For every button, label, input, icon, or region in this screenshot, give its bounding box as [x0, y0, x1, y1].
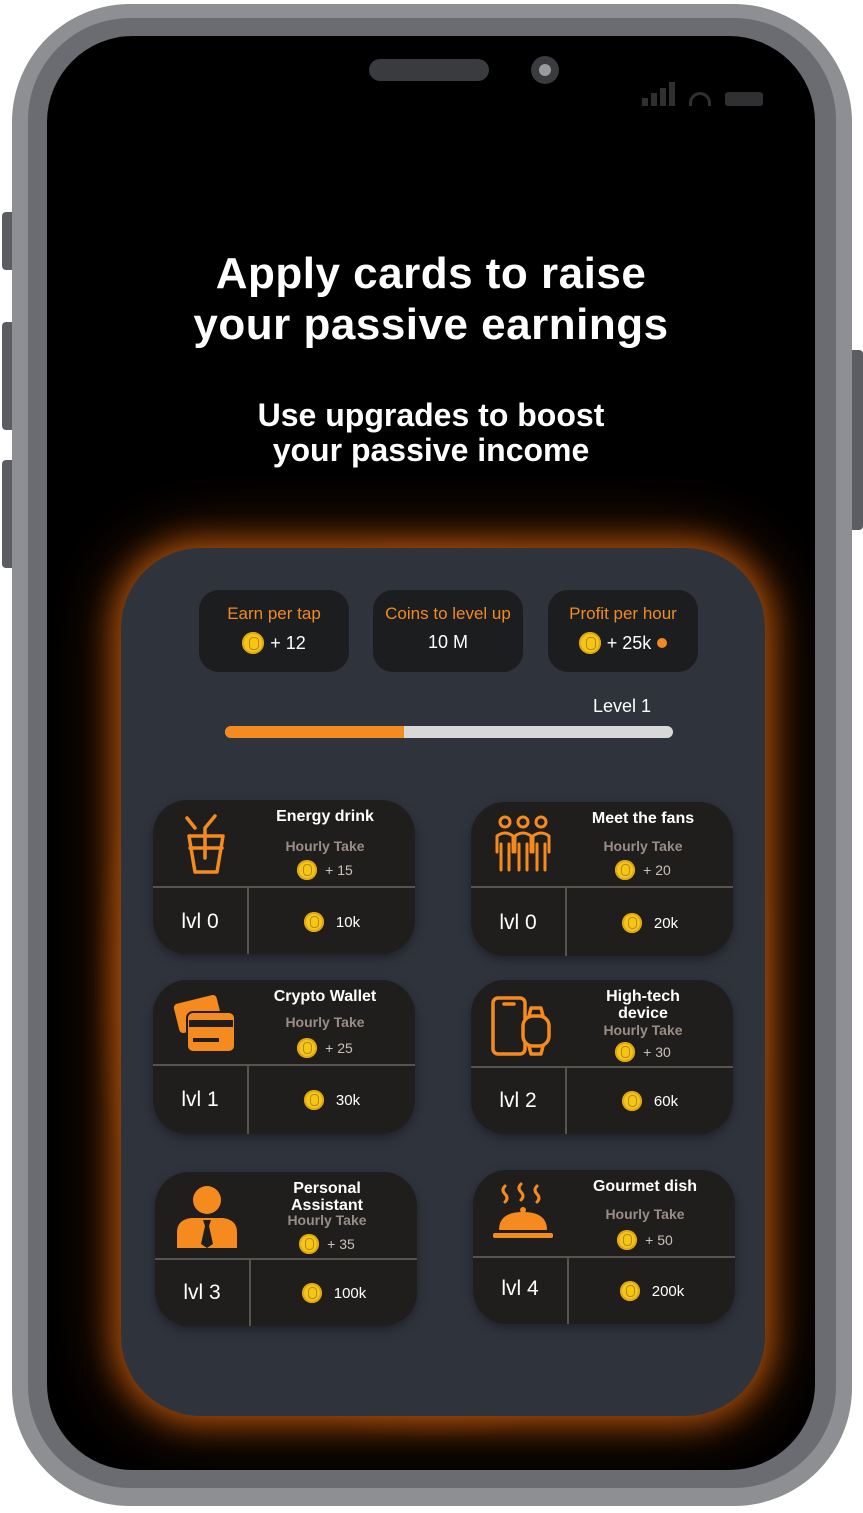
hourly-take-label: Hourly Take [285, 838, 365, 854]
speaker [369, 59, 489, 81]
coin-icon [617, 1230, 638, 1250]
card-cost: 10k [335, 913, 361, 931]
profit-per-hour-box: Profit per hour + 25k [548, 590, 698, 672]
wallet-icon [171, 992, 236, 1053]
fans-icon [495, 815, 551, 872]
coin-icon [621, 913, 642, 933]
subheadline-line-2: your passive income [272, 432, 590, 468]
hourly-take-label: Hourly Take [287, 1212, 367, 1228]
coin-icon [303, 1090, 324, 1110]
hourly-take-label: Hourly Take [603, 838, 683, 854]
coin-icon [615, 860, 636, 880]
card-cost: 20k [653, 914, 679, 932]
hourly-take-value: + 25 [325, 1040, 353, 1056]
earn-per-tap-label: Earn per tap [227, 604, 321, 623]
subheadline-line-1: Use upgrades to boost [257, 397, 605, 433]
coin-icon [301, 1283, 322, 1303]
card-level: lvl 3 [183, 1281, 221, 1304]
divider [153, 886, 415, 888]
coin-icon [619, 1281, 640, 1301]
signal-icon [642, 82, 675, 106]
hourly-take-value: + 15 [325, 862, 353, 878]
card-level: lvl 2 [499, 1089, 537, 1112]
card-cost: 100k [333, 1284, 367, 1302]
card-meet-the-fans[interactable]: Meet the fans Hourly Take + 20 lvl 0 20k [471, 802, 733, 956]
level-progress-fill [225, 726, 405, 738]
coin-icon [615, 1042, 636, 1062]
info-icon[interactable] [657, 638, 668, 648]
card-title: Gourmet dish [592, 1178, 697, 1195]
headline-line-2: your passive earnings [193, 300, 669, 349]
card-title: Meet the fans [591, 810, 695, 827]
earn-per-tap-value: + 12 [270, 632, 306, 653]
coin-icon [303, 912, 324, 932]
card-title: Crypto Wallet [273, 988, 377, 1005]
coins-to-level-up-value: 10 M [427, 632, 469, 652]
wifi-icon [689, 92, 711, 106]
coin-icon [578, 632, 601, 654]
hourly-take-value: + 35 [327, 1236, 355, 1252]
card-energy-drink[interactable]: Energy drink Hourly Take + 15 lvl 0 10k [153, 800, 415, 954]
coin-icon [621, 1091, 642, 1111]
coin-icon [299, 1234, 320, 1254]
front-camera [531, 56, 559, 84]
coin-icon [242, 632, 265, 654]
card-title: High-tech device [606, 988, 680, 1022]
hourly-take-value: + 50 [645, 1232, 673, 1248]
profit-per-hour-label: Profit per hour [569, 604, 677, 623]
assistant-icon [177, 1186, 237, 1248]
status-bar [642, 82, 763, 106]
card-cost: 60k [653, 1092, 679, 1110]
upgrades-panel: Earn per tap + 12 Coins to level up 10 M… [121, 548, 765, 1416]
hourly-take-label: Hourly Take [605, 1206, 685, 1222]
profit-per-hour-value: + 25k [606, 632, 652, 653]
energy-drink-icon [185, 814, 225, 874]
card-cost: 30k [335, 1091, 361, 1109]
card-crypto-wallet[interactable]: Crypto Wallet Hourly Take + 25 lvl 1 30k [153, 980, 415, 1134]
subheadline: Use upgrades to boost your passive incom… [47, 398, 815, 468]
card-gourmet-dish[interactable]: Gourmet dish Hourly Take + 50 lvl 4 200k [473, 1170, 735, 1324]
divider [471, 886, 733, 888]
card-high-tech-device[interactable]: High-tech device Hourly Take + 30 lvl 2 6… [471, 980, 733, 1134]
coin-icon [297, 1038, 318, 1058]
card-level: lvl 1 [181, 1088, 219, 1111]
level-label: Level 1 [593, 696, 652, 716]
hourly-take-label: Hourly Take [603, 1022, 683, 1038]
coins-to-level-up-box: Coins to level up 10 M [373, 590, 523, 672]
hourly-take-value: + 20 [643, 862, 671, 878]
card-title: Energy drink [276, 808, 374, 825]
phone-screen: Apply cards to raise your passive earnin… [47, 36, 815, 1470]
earn-per-tap-box: Earn per tap + 12 [199, 590, 349, 672]
battery-icon [725, 92, 763, 106]
hourly-take-label: Hourly Take [285, 1014, 365, 1030]
card-cost: 200k [651, 1282, 685, 1300]
hourly-take-value: + 30 [643, 1044, 671, 1060]
headline-line-1: Apply cards to raise [215, 249, 647, 298]
coins-to-level-up-label: Coins to level up [385, 604, 511, 623]
card-level: lvl 4 [501, 1277, 539, 1300]
level-progress-bar [225, 726, 673, 738]
device-icon [491, 996, 551, 1056]
gourmet-dish-icon [493, 1182, 553, 1238]
card-level: lvl 0 [181, 910, 219, 933]
card-personal-assistant[interactable]: Personal Assistant Hourly Take + 35 lvl 3… [155, 1172, 417, 1326]
coin-icon [297, 860, 318, 880]
headline: Apply cards to raise your passive earnin… [47, 248, 815, 350]
card-title: Personal Assistant [290, 1180, 364, 1214]
card-level: lvl 0 [499, 911, 537, 934]
